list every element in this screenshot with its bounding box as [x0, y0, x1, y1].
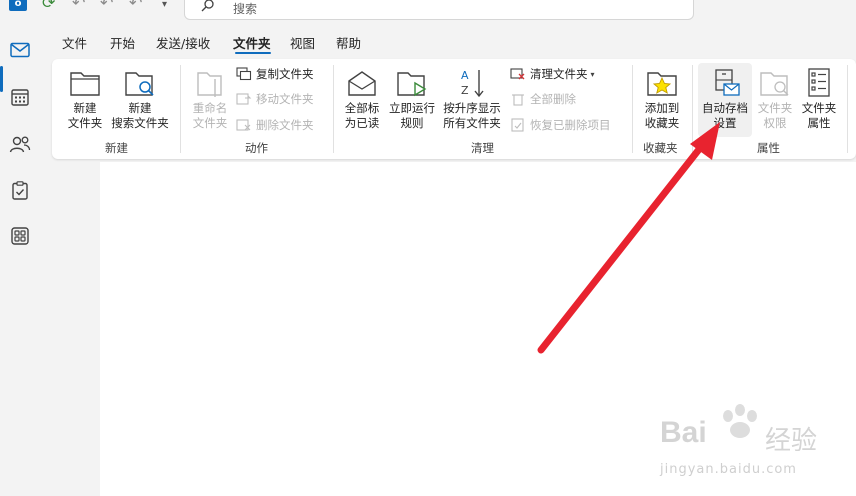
autoarchive-settings-button[interactable]: 自动存档 设置	[698, 63, 752, 137]
recover-deleted-label: 恢复已删除项目	[530, 118, 611, 132]
rename-folder-button[interactable]: 重命名 文件夹	[188, 63, 232, 137]
title-bar: o ⟳ ↶ ↶ ↶ ▾ 搜索	[0, 0, 856, 28]
copy-folder-button[interactable]: 复制文件夹	[236, 65, 314, 83]
clean-up-folder-icon	[510, 68, 525, 80]
nav-active-indicator	[0, 66, 3, 92]
delete-all-label: 全部删除	[530, 92, 576, 106]
delete-folder-icon	[236, 119, 251, 131]
run-rules-icon	[397, 72, 427, 97]
outlook-logo-icon: o	[9, 0, 27, 11]
group-label-properties: 属性	[757, 141, 780, 155]
ribbon: 新建 文件夹 新建 搜索文件夹 新建 重命名 文件夹 复制文件夹 移动文件夹 删…	[52, 59, 856, 159]
folder-permissions-button[interactable]: 文件夹 权限	[754, 63, 796, 137]
autoarchive-settings-label: 自动存档 设置	[702, 101, 748, 130]
delete-folder-label: 删除文件夹	[256, 118, 314, 132]
calendar-icon[interactable]	[8, 85, 32, 109]
svg-text:Z: Z	[461, 84, 469, 97]
folder-properties-icon	[808, 68, 830, 97]
apps-icon[interactable]	[8, 224, 32, 248]
tab-file[interactable]: 文件	[62, 33, 87, 52]
mark-all-read-label: 全部标 为已读	[344, 101, 380, 130]
autoarchive-icon	[715, 69, 740, 96]
search-icon	[201, 0, 214, 12]
folder-pane[interactable]	[52, 162, 99, 496]
open-envelope-icon	[348, 71, 376, 96]
group-label-cleanup: 清理	[471, 141, 494, 155]
tasks-icon[interactable]	[8, 178, 32, 202]
new-search-folder-button[interactable]: 新建 搜索文件夹	[110, 63, 170, 137]
undo-icon[interactable]: ↶	[72, 0, 85, 11]
move-folder-icon	[236, 93, 252, 105]
copy-folder-icon	[236, 67, 252, 81]
watermark-url: jingyan.baidu.com	[660, 462, 797, 477]
folder-permissions-label: 文件夹 权限	[757, 101, 793, 130]
new-folder-label: 新建 文件夹	[67, 101, 103, 130]
run-rules-now-button[interactable]: 立即运行 规则	[386, 63, 438, 137]
search-input[interactable]: 搜索	[184, 0, 694, 20]
clean-up-folder-label: 清理文件夹	[530, 67, 588, 81]
svg-text:A: A	[461, 69, 469, 82]
search-placeholder: 搜索	[233, 2, 258, 16]
watermark-brand: Bai	[660, 416, 707, 449]
recover-deleted-icon	[511, 118, 524, 132]
mail-icon[interactable]	[8, 38, 32, 62]
nav-rail	[0, 28, 40, 496]
tab-folder[interactable]: 文件夹	[233, 33, 271, 52]
group-label-actions: 动作	[245, 141, 268, 155]
sync-icon[interactable]: ⟳	[42, 0, 55, 11]
folder-properties-label: 文件夹 属性	[801, 101, 837, 130]
copy-folder-label: 复制文件夹	[256, 67, 314, 81]
group-separator	[180, 65, 181, 153]
sort-ascending-button[interactable]: AZ 按升序显示 所有文件夹	[440, 63, 504, 137]
new-folder-button[interactable]: 新建 文件夹	[62, 63, 108, 137]
sort-ascending-label: 按升序显示 所有文件夹	[443, 101, 501, 130]
recover-deleted-button[interactable]: 恢复已删除项目	[510, 116, 611, 134]
mark-all-read-button[interactable]: 全部标 为已读	[340, 63, 384, 137]
undo-all-icon[interactable]: ↶	[129, 0, 142, 11]
sort-az-icon: AZ	[461, 69, 484, 98]
redo-icon[interactable]: ↶	[100, 0, 113, 11]
tab-send-receive[interactable]: 发送/接收	[156, 33, 210, 52]
group-separator	[847, 65, 848, 153]
move-folder-button[interactable]: 移动文件夹	[236, 90, 314, 108]
baidu-watermark: Bai 经验 jingyan.baidu.com	[640, 404, 840, 484]
clean-up-folder-button[interactable]: 清理文件夹 ▾	[510, 65, 595, 83]
folder-permissions-icon	[760, 72, 789, 96]
new-search-folder-label: 新建 搜索文件夹	[111, 101, 169, 130]
watermark-brand-suffix: 经验	[765, 426, 818, 456]
rename-folder-label: 重命名 文件夹	[192, 101, 228, 130]
chevron-down-icon: ▾	[590, 69, 595, 79]
trash-icon	[512, 94, 524, 106]
search-folder-icon	[125, 72, 154, 96]
new-folder-icon	[70, 72, 100, 96]
tab-help[interactable]: 帮助	[336, 33, 361, 52]
favorite-folder-icon	[647, 72, 677, 96]
tab-home[interactable]: 开始	[110, 33, 135, 52]
add-to-favorites-button[interactable]: 添加到 收藏夹	[638, 63, 686, 137]
customize-toolbar-icon[interactable]: ▾	[162, 0, 167, 13]
group-label-new: 新建	[105, 141, 128, 155]
group-label-favorites: 收藏夹	[643, 141, 678, 155]
group-separator	[632, 65, 633, 153]
add-to-favorites-label: 添加到 收藏夹	[644, 101, 680, 130]
rename-folder-icon	[197, 72, 222, 97]
group-separator	[333, 65, 334, 153]
delete-folder-button[interactable]: 删除文件夹	[236, 116, 314, 134]
active-tab-indicator	[235, 52, 271, 54]
tab-view[interactable]: 视图	[290, 33, 315, 52]
group-separator	[692, 65, 693, 153]
people-icon[interactable]	[8, 132, 32, 156]
move-folder-label: 移动文件夹	[256, 92, 314, 106]
folder-properties-button[interactable]: 文件夹 属性	[798, 63, 840, 137]
delete-all-button[interactable]: 全部删除	[510, 90, 576, 108]
run-rules-now-label: 立即运行 规则	[389, 101, 435, 130]
